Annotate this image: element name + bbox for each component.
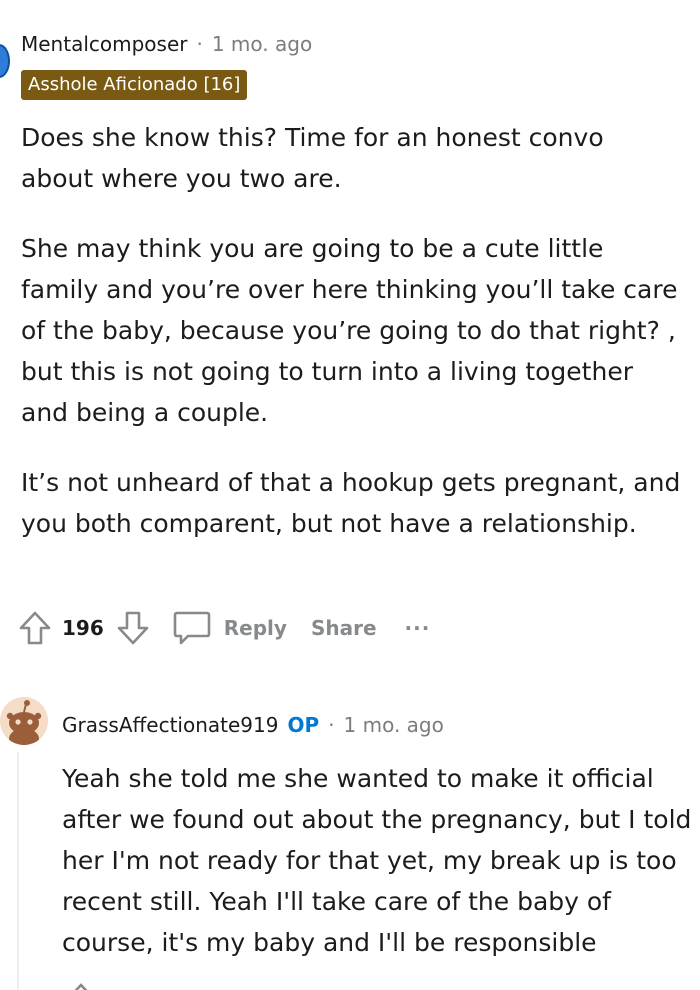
thread-line[interactable] [17,752,19,990]
upvote-arrow-icon [19,611,51,645]
comment-paragraph: She may think you are going to be a cute… [21,234,678,427]
downvote-button[interactable] [116,610,150,646]
comment-author[interactable]: GrassAffectionate919 [62,713,278,737]
comment-action-bar: 196 Reply Share ··· [18,606,430,650]
more-options-button[interactable]: ··· [405,616,431,640]
comment-timestamp[interactable]: 1 mo. ago [212,32,312,56]
upvote-button[interactable] [18,610,52,646]
separator-dot: · [196,32,203,56]
user-flair: Asshole Aficionado [16] [21,70,248,100]
separator-dot: · [328,713,335,737]
comment-action-bar [64,982,144,990]
comment-body: Does she know this? Time for an honest c… [21,117,681,573]
downvote-arrow-icon [117,611,149,645]
op-badge: OP [287,713,320,737]
comment-paragraph: It’s not unheard of that a hookup gets p… [21,468,681,538]
comment-timestamp[interactable]: 1 mo. ago [344,713,444,737]
reply-label: Reply [223,616,287,640]
comment-header: Mentalcomposer · 1 mo. ago [21,30,312,58]
user-avatar[interactable] [0,44,10,78]
comment-author[interactable]: Mentalcomposer [21,32,187,56]
comment-paragraph: Does she know this? Time for an honest c… [21,123,604,193]
user-avatar[interactable] [0,697,48,745]
upvote-arrow-icon[interactable] [64,982,98,990]
comment-header: GrassAffectionate919 OP · 1 mo. ago [62,711,444,739]
speech-bubble-icon [173,611,211,645]
comment-paragraph: Yeah she told me she wanted to make it o… [62,764,692,957]
reply-button[interactable]: Reply [172,609,287,647]
comment-body: Yeah she told me she wanted to make it o… [62,758,692,963]
vote-score: 196 [62,616,104,640]
share-button[interactable]: Share [311,616,377,640]
snoo-avatar-icon [0,697,48,745]
